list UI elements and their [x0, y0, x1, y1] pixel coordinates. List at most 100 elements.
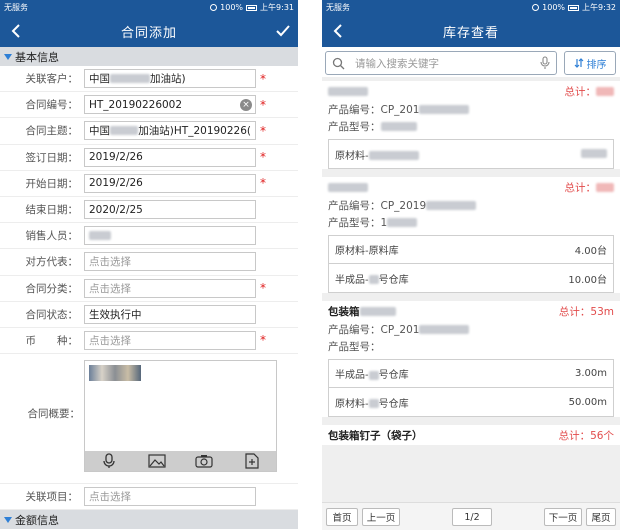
inventory-card[interactable]: 包装箱 总计：53m 产品编号： CP_201 产品型号： 半成品- 号仓库 3.00m 原材料… [322, 301, 620, 417]
required-asterisk: * [260, 333, 266, 348]
field-label: 开始日期： [25, 177, 79, 190]
required-asterisk: * [260, 150, 266, 165]
stock-qty: 4.00台 [574, 246, 607, 257]
microphone-icon[interactable] [540, 56, 550, 70]
stock-row: 半成品- 号仓库 3.00m [329, 360, 613, 388]
sort-label: 排序 [586, 59, 607, 71]
form-field[interactable]: 点击选择 [84, 330, 256, 350]
total-text: 总计： [558, 429, 591, 442]
product-name [328, 85, 368, 97]
stock-location: 原材料-原料库 [335, 242, 399, 257]
form-row: 签订日期： 2019/2/26 * [0, 145, 298, 171]
sort-button[interactable]: 排序 [564, 51, 616, 75]
image-icon[interactable] [148, 453, 166, 469]
section-basic-info[interactable]: 基本信息 [0, 47, 298, 66]
battery-icon [246, 4, 258, 11]
field-label: 关联客户： [25, 73, 79, 86]
back-icon[interactable] [8, 21, 26, 41]
redacted-text [368, 151, 419, 160]
product-name [328, 181, 368, 193]
stock-location: 半成品- 号仓库 [335, 366, 409, 381]
first-page-button[interactable]: 首页 [326, 508, 358, 526]
contract-summary-row: 合同概要： [0, 354, 298, 485]
search-input[interactable]: 请输入搜索关键字 [325, 51, 557, 75]
total-text: 总计： [564, 85, 597, 98]
section-amount-info[interactable]: 金额信息 [0, 510, 298, 530]
collapse-triangle-icon [4, 516, 12, 523]
product-code-row: 产品编号： CP_201 [328, 101, 614, 118]
stock-qty: 10.00台 [568, 274, 607, 286]
redacted-text [596, 183, 614, 192]
stock-qty [581, 149, 607, 160]
total-label: 总计：53m [559, 304, 614, 319]
confirm-check-icon[interactable] [274, 21, 292, 41]
form-field[interactable]: 2020/2/25 [84, 200, 256, 220]
microphone-icon[interactable] [100, 453, 118, 469]
form-field[interactable] [84, 226, 256, 246]
redacted-text [581, 149, 607, 158]
total-label: 总计： [564, 84, 614, 99]
attachment-thumbnail[interactable] [89, 365, 141, 382]
form-field[interactable]: 2019/2/26 [84, 173, 256, 193]
form-field[interactable]: HT_20190226002 × [84, 95, 256, 115]
card-header: 总计： [328, 177, 614, 197]
form-field[interactable]: 点击选择 [84, 252, 256, 272]
related-project-field[interactable]: 点击选择 [84, 487, 256, 507]
summary-textarea[interactable] [84, 360, 277, 473]
form-row: 关联客户： 中国 加油站) * [0, 66, 298, 93]
card-header: 包装箱钉子（袋子） 总计：56个 [328, 425, 614, 445]
add-file-icon[interactable] [243, 453, 261, 469]
location-icon [532, 4, 540, 11]
page-title: 合同添加 [120, 25, 177, 41]
required-asterisk: * [260, 71, 266, 86]
product-name: 包装箱钉子（袋子） [328, 428, 423, 443]
model-label: 产品型号： [328, 217, 381, 229]
field-label: 销售人员： [25, 230, 79, 243]
field-label: 合同分类： [25, 282, 79, 295]
sort-icon [574, 58, 583, 68]
redacted-text [328, 86, 368, 96]
product-name: 包装箱 [328, 304, 396, 319]
battery-percent: 100% [220, 3, 244, 12]
form-row: 合同状态： 生效执行中 [0, 302, 298, 328]
total-value: 53m [590, 305, 614, 318]
stock-location-text: 半成品- [335, 274, 369, 286]
form-field[interactable]: 中国 加油站) [84, 69, 256, 89]
prev-page-button[interactable]: 上一页 [362, 508, 400, 526]
form-row: 对方代表： 点击选择 [0, 249, 298, 276]
field-value: 点击选择 [89, 256, 131, 269]
field-value: 2020/2/25 [89, 203, 143, 216]
inventory-list: 总计： 产品编号： CP_201 产品型号： 原材料- 总计： 产品编号： CP_2019 产品… [322, 77, 620, 445]
last-page-button[interactable]: 尾页 [586, 508, 616, 526]
inventory-view-screen: 无服务 100% 上午9:32 库存查看 请输入搜索关键字 排序 总计： 产品编号… [322, 0, 620, 530]
camera-icon[interactable] [195, 453, 213, 469]
redacted-text [419, 325, 470, 334]
code-value: CP_2019 [380, 199, 427, 212]
form-field[interactable]: 中国 加油站)HT_20190226( [84, 121, 256, 141]
total-label: 总计： [565, 180, 614, 195]
field-value-suffix: 加油站) [150, 73, 186, 86]
inventory-card[interactable]: 总计： 产品编号： CP_201 产品型号： 原材料- [322, 81, 620, 169]
clear-icon[interactable]: × [240, 99, 252, 112]
product-model-row: 产品型号： [328, 338, 614, 355]
next-page-button[interactable]: 下一页 [544, 508, 582, 526]
carrier-text: 无服务 [326, 3, 350, 12]
pagination-bar: 首页 上一页 1/2 下一页 尾页 [322, 502, 620, 530]
form-field[interactable]: 生效执行中 [84, 304, 256, 324]
search-row: 请输入搜索关键字 排序 [322, 47, 620, 77]
form-row: 结束日期： 2020/2/25 [0, 197, 298, 224]
field-value: 2019/2/26 [89, 151, 143, 164]
inventory-card[interactable]: 总计： 产品编号： CP_2019 产品型号： 1 原材料-原料库 4.00台 半成品- 号仓库… [322, 177, 620, 293]
field-label: 合同编号： [25, 99, 79, 112]
stock-location-text: 原材料-原料库 [335, 246, 399, 257]
form-field[interactable]: 2019/2/26 [84, 147, 256, 167]
inventory-card[interactable]: 包装箱钉子（袋子） 总计：56个 [322, 425, 620, 445]
status-bar: 无服务 100% 上午9:31 [0, 0, 298, 15]
back-icon[interactable] [330, 21, 348, 41]
redacted-text [368, 275, 379, 284]
stock-location-suffix: 号仓库 [378, 274, 409, 286]
redacted-text [110, 126, 139, 136]
form-field[interactable]: 点击选择 [84, 278, 256, 298]
stock-row: 原材料-原料库 4.00台 [329, 236, 613, 264]
field-label: 对方代表： [25, 256, 79, 269]
